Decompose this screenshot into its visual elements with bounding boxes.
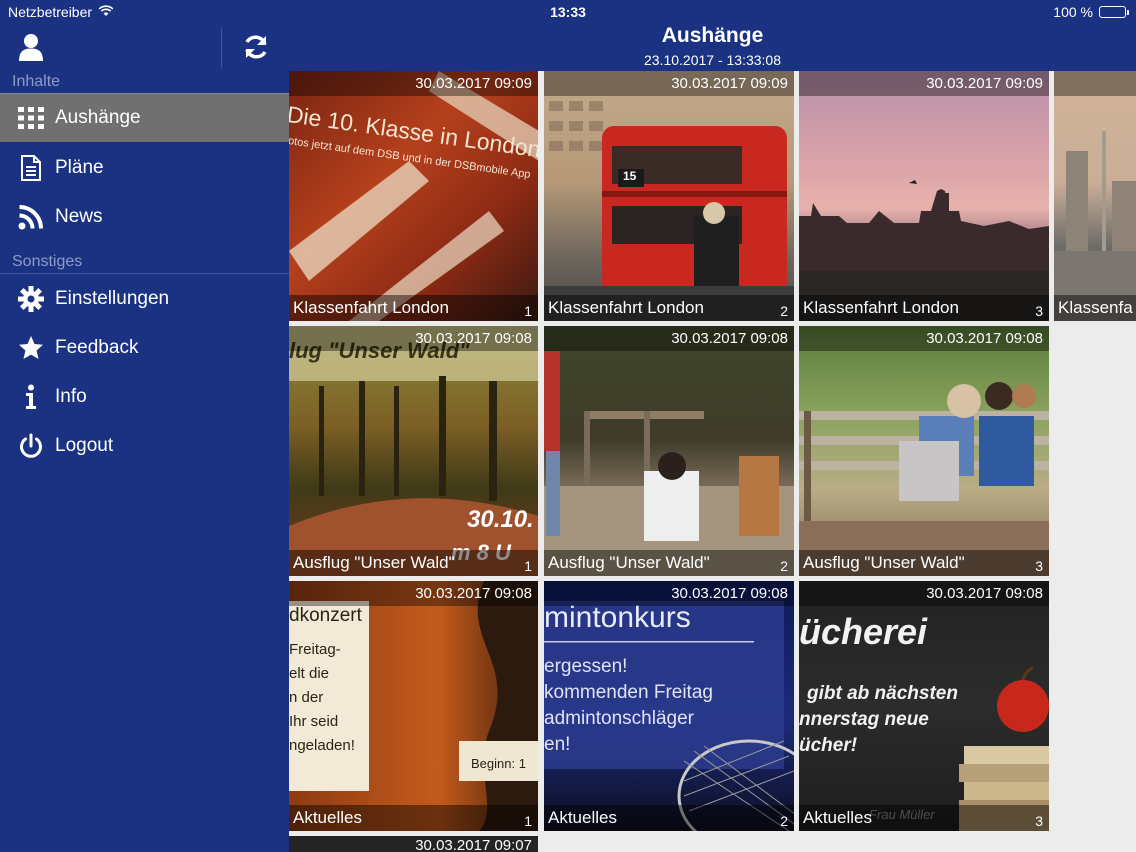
notice-image <box>799 71 1049 321</box>
section-label-sonstiges: Sonstiges <box>12 253 83 270</box>
tile-caption: Ausflug "Unser Wald" <box>799 550 1049 576</box>
tile-timestamp: 30.03.2017 09:08 <box>544 326 794 351</box>
notice-image <box>1054 71 1136 321</box>
tile-caption: Klassenfahrt London <box>544 295 794 321</box>
tile-number: 1 <box>524 813 532 829</box>
user-icon[interactable] <box>17 32 45 62</box>
sidebar-item-feedback[interactable]: Feedback <box>0 323 289 372</box>
notice-image <box>799 326 1049 576</box>
image-text-lines: Freitag- elt die n der Ihr seid ngeladen… <box>289 641 355 754</box>
image-text: ücherei <box>799 611 928 652</box>
notice-tile[interactable]: Die 10. Klasse in London otos jetzt auf … <box>289 71 538 321</box>
tile-number: 3 <box>1035 303 1043 319</box>
image-text-lines: gibt ab nächsten nnerstag neue ücher! <box>799 683 958 756</box>
sidebar-item-label: Logout <box>55 434 114 456</box>
tile-number: 1 <box>524 558 532 574</box>
toolbar-divider <box>221 28 222 68</box>
notice-tile[interactable]: ücherei gibt ab nächsten nnerstag neue ü… <box>799 581 1049 831</box>
image-text: Beginn: 1 <box>471 756 526 771</box>
notice-image: mintonkurs ergessen! kommenden Freitag a… <box>544 581 794 831</box>
tile-timestamp: 30.03.2017 09:07 <box>289 836 538 852</box>
sidebar-item-label: Einstellungen <box>55 287 170 309</box>
notice-tile[interactable]: Klassenfa <box>1054 71 1136 321</box>
notice-tile[interactable]: dkonzert Freitag- elt die n der Ihr seid… <box>289 581 538 831</box>
sidebar-item-info[interactable]: Info <box>0 372 289 421</box>
page-title: Aushänge <box>661 24 764 47</box>
document-icon <box>16 154 46 181</box>
grid-icon <box>16 105 46 131</box>
status-bar: Netzbetreiber 13:33 100 % <box>0 0 1136 24</box>
sidebar-item-label: Aushänge <box>55 107 141 128</box>
tile-caption: Ausflug "Unser Wald" <box>289 550 538 576</box>
info-icon <box>16 384 46 410</box>
tile-timestamp: 30.03.2017 09:09 <box>289 71 538 96</box>
sidebar: Inhalte Aushänge Pläne News Sonstiges Ei… <box>0 0 289 852</box>
sidebar-item-einstellungen[interactable]: Einstellungen <box>0 274 289 323</box>
sidebar-toolbar <box>0 24 289 72</box>
notice-tile[interactable]: 15 30.03.2017 09:09 Klassenfahrt London … <box>544 71 794 321</box>
sidebar-item-logout[interactable]: Logout <box>0 421 289 470</box>
sidebar-item-label: Pläne <box>55 156 104 178</box>
tile-number: 3 <box>1035 558 1043 574</box>
tile-caption: Klassenfahrt London <box>289 295 538 321</box>
notice-tile[interactable]: mintonkurs ergessen! kommenden Freitag a… <box>544 581 794 831</box>
notice-tile[interactable]: 30.03.2017 09:07 <box>289 836 538 852</box>
sidebar-item-label: News <box>55 205 103 227</box>
tile-caption: Aktuelles <box>799 805 1049 831</box>
tile-number: 2 <box>780 813 788 829</box>
refresh-icon[interactable] <box>241 32 271 62</box>
tile-number: 3 <box>1035 813 1043 829</box>
notice-tile[interactable]: 30.03.2017 09:09 Klassenfahrt London 3 <box>799 71 1049 321</box>
image-text: 15 <box>623 169 637 183</box>
status-time: 13:33 <box>550 4 586 20</box>
sidebar-item-label: Info <box>55 385 87 407</box>
tile-timestamp <box>1054 71 1136 96</box>
notice-image: 15 <box>544 71 794 321</box>
tile-caption: Ausflug "Unser Wald" <box>544 550 794 576</box>
tile-timestamp: 30.03.2017 09:08 <box>289 581 538 606</box>
tile-timestamp: 30.03.2017 09:08 <box>799 326 1049 351</box>
sidebar-item-plaene[interactable]: Pläne <box>0 143 289 192</box>
image-text-lines: ergessen! kommenden Freitag admintonschl… <box>544 656 713 755</box>
tile-number: 2 <box>780 558 788 574</box>
tile-number: 1 <box>524 303 532 319</box>
sidebar-item-news[interactable]: News <box>0 192 289 241</box>
notice-image: dkonzert Freitag- elt die n der Ihr seid… <box>289 581 538 831</box>
page-subtitle: 23.10.2017 - 13:33:08 <box>643 52 781 68</box>
main-content: Aushänge 23.10.2017 - 13:33:08 Die 10. K… <box>289 0 1136 852</box>
tile-timestamp: 30.03.2017 09:08 <box>799 581 1049 606</box>
gear-icon <box>16 285 46 312</box>
section-label-inhalte: Inhalte <box>12 73 61 90</box>
tile-timestamp: 30.03.2017 09:09 <box>799 71 1049 96</box>
image-text: 30.10. <box>467 506 534 533</box>
tile-caption: Aktuelles <box>289 805 538 831</box>
tile-caption: Aktuelles <box>544 805 794 831</box>
image-text: mintonkurs <box>544 601 691 634</box>
star-icon <box>16 335 46 361</box>
notice-image: lug "Unser Wald" 30.10. m 8 U <box>289 326 538 576</box>
notice-image: Die 10. Klasse in London otos jetzt auf … <box>289 71 538 321</box>
notice-image: ücherei gibt ab nächsten nnerstag neue ü… <box>799 581 1049 831</box>
tile-timestamp: 30.03.2017 09:08 <box>289 326 538 351</box>
power-icon <box>16 433 46 459</box>
image-text: dkonzert <box>289 605 362 626</box>
battery-label: 100 % <box>1053 4 1093 20</box>
tile-caption: Klassenfa <box>1054 295 1136 321</box>
tile-timestamp: 30.03.2017 09:08 <box>544 581 794 606</box>
notice-tile[interactable]: 30.03.2017 09:08 Ausflug "Unser Wald" 3 <box>799 326 1049 576</box>
rss-icon <box>16 204 46 230</box>
notice-tile[interactable]: lug "Unser Wald" 30.10. m 8 U 30.03.2017… <box>289 326 538 576</box>
sidebar-item-aushaenge[interactable]: Aushänge <box>0 93 289 142</box>
notice-tile[interactable]: 30.03.2017 09:08 Ausflug "Unser Wald" 2 <box>544 326 794 576</box>
sidebar-item-label: Feedback <box>55 336 139 358</box>
notice-image <box>544 326 794 576</box>
battery-icon <box>1099 6 1129 18</box>
tile-number: 2 <box>780 303 788 319</box>
tile-caption: Klassenfahrt London <box>799 295 1049 321</box>
tile-timestamp: 30.03.2017 09:09 <box>544 71 794 96</box>
